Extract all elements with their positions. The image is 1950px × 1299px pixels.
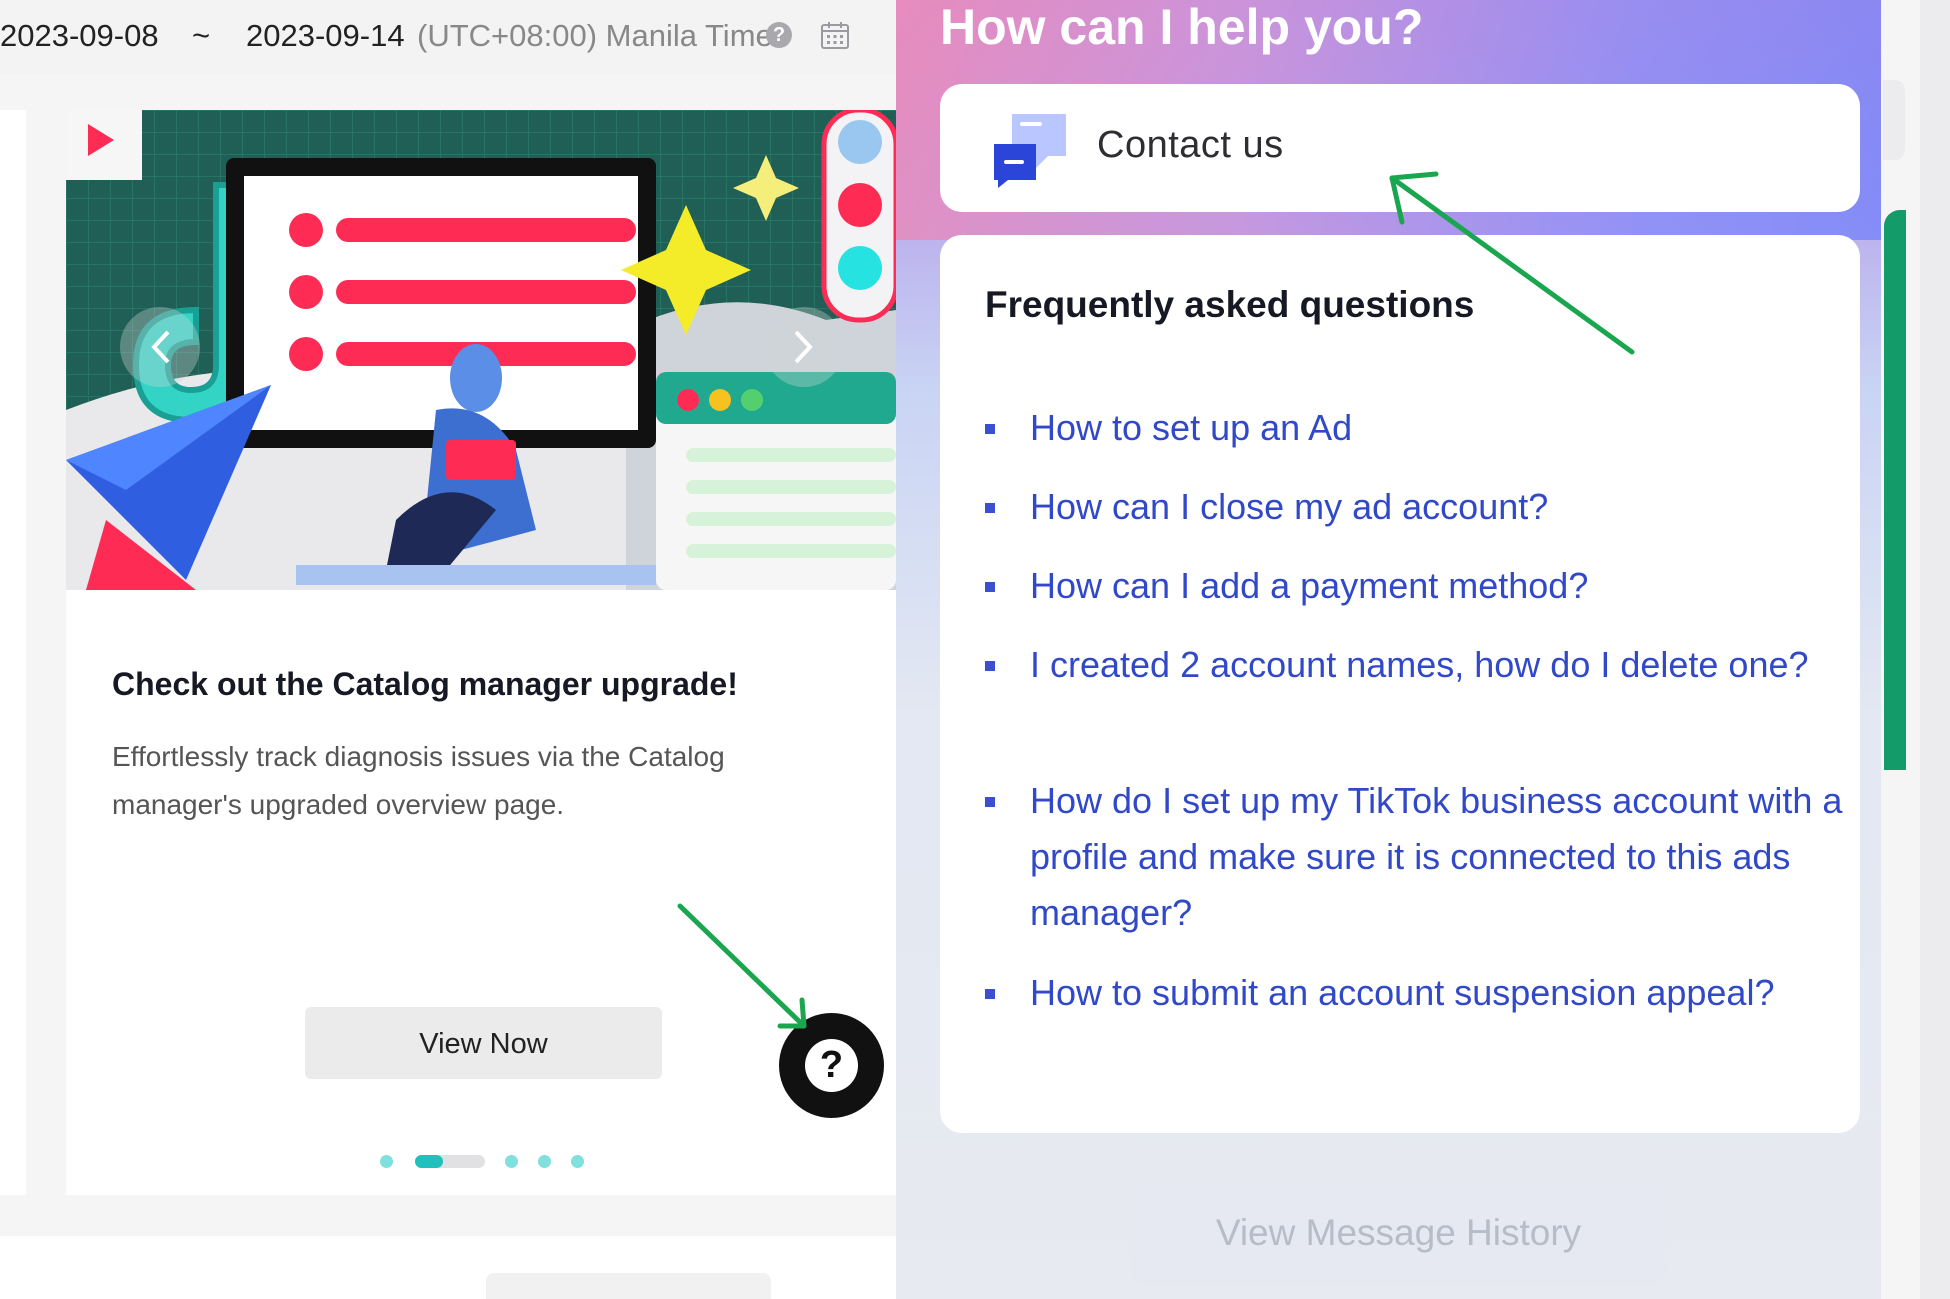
annotation-arrows — [677, 171, 1635, 1029]
annotation-arrow-to-contact-us — [1389, 175, 1635, 355]
annotation-arrow-to-help-fab — [677, 903, 807, 1029]
